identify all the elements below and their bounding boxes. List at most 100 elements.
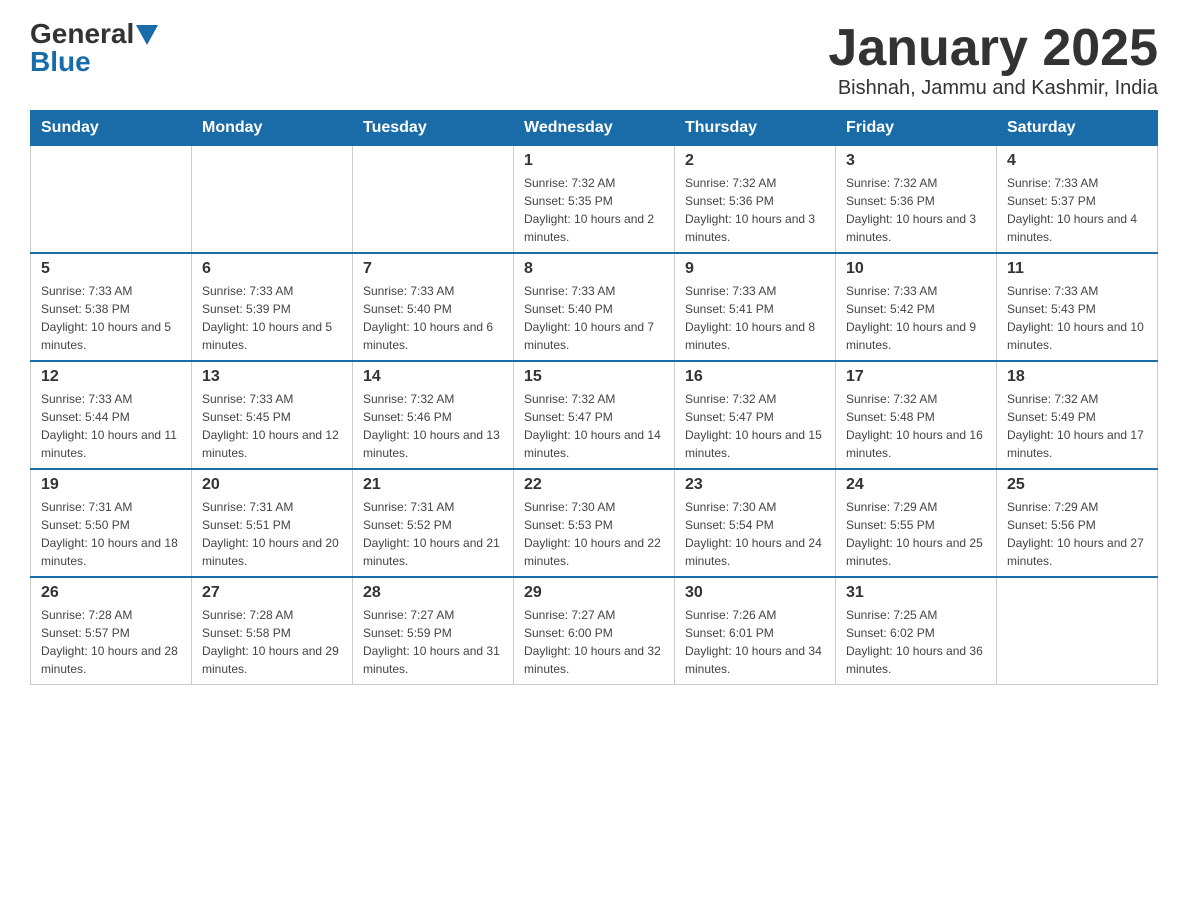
table-row: 24Sunrise: 7:29 AM Sunset: 5:55 PM Dayli… [836, 469, 997, 577]
table-row: 21 Sunrise: 7:31 AM Sunset: 5:52 PM Dayli… [353, 469, 514, 577]
day-number: 9 [685, 260, 825, 278]
table-row: 6 Sunrise: 7:33 AM Sunset: 5:39 PM Daylig… [192, 253, 353, 361]
calendar-week-row: 12 Sunrise: 7:33 AM Sunset: 5:44 PM Dayli… [31, 361, 1158, 469]
logo-blue: Blue [30, 46, 91, 78]
day-number: 4 [1007, 152, 1147, 170]
table-row: 7 Sunrise: 7:33 AM Sunset: 5:40 PM Daylig… [353, 253, 514, 361]
table-row: 10Sunrise: 7:33 AM Sunset: 5:42 PM Dayli… [836, 253, 997, 361]
day-number: 31 [846, 584, 986, 602]
day-number: 29 [524, 584, 664, 602]
day-number: 13 [202, 368, 342, 386]
day-number: 30 [685, 584, 825, 602]
page-header: General Blue January 2025 Bishnah, Jammu… [30, 20, 1158, 100]
day-number: 14 [363, 368, 503, 386]
day-info: Sunrise: 7:33 AM Sunset: 5:45 PM Dayligh… [202, 390, 342, 462]
table-row: 2Sunrise: 7:32 AM Sunset: 5:36 PM Daylig… [675, 146, 836, 254]
day-number: 18 [1007, 368, 1147, 386]
day-number: 26 [41, 584, 181, 602]
day-number: 22 [524, 476, 664, 494]
logo-general: General [30, 20, 134, 48]
table-row: 15 Sunrise: 7:32 AM Sunset: 5:47 PM Dayli… [514, 361, 675, 469]
table-row: 23 Sunrise: 7:30 AM Sunset: 5:54 PM Dayli… [675, 469, 836, 577]
table-row: 5 Sunrise: 7:33 AM Sunset: 5:38 PM Daylig… [31, 253, 192, 361]
table-row: 11 Sunrise: 7:33 AM Sunset: 5:43 PM Dayli… [997, 253, 1158, 361]
day-info: Sunrise: 7:32 AM Sunset: 5:35 PM Dayligh… [524, 174, 664, 246]
table-row: 27Sunrise: 7:28 AM Sunset: 5:58 PM Dayli… [192, 577, 353, 685]
logo: General Blue [30, 20, 158, 78]
table-row: 26 Sunrise: 7:28 AM Sunset: 5:57 PM Dayli… [31, 577, 192, 685]
day-info: Sunrise: 7:31 AM Sunset: 5:52 PM Dayligh… [363, 498, 503, 570]
day-number: 6 [202, 260, 342, 278]
table-row: 8Sunrise: 7:33 AM Sunset: 5:40 PM Daylig… [514, 253, 675, 361]
day-info: Sunrise: 7:30 AM Sunset: 5:53 PM Dayligh… [524, 498, 664, 570]
header-sunday: Sunday [31, 111, 192, 146]
day-info: Sunrise: 7:29 AM Sunset: 5:55 PM Dayligh… [846, 498, 986, 570]
calendar-week-row: 5 Sunrise: 7:33 AM Sunset: 5:38 PM Daylig… [31, 253, 1158, 361]
day-info: Sunrise: 7:33 AM Sunset: 5:37 PM Dayligh… [1007, 174, 1147, 246]
day-info: Sunrise: 7:27 AM Sunset: 6:00 PM Dayligh… [524, 606, 664, 678]
day-number: 25 [1007, 476, 1147, 494]
title-section: January 2025 Bishnah, Jammu and Kashmir,… [828, 20, 1158, 100]
day-number: 11 [1007, 260, 1147, 278]
day-number: 16 [685, 368, 825, 386]
day-number: 1 [524, 152, 664, 170]
subtitle: Bishnah, Jammu and Kashmir, India [828, 77, 1158, 100]
day-number: 19 [41, 476, 181, 494]
table-row: 28 Sunrise: 7:27 AM Sunset: 5:59 PM Dayli… [353, 577, 514, 685]
table-row: 18Sunrise: 7:32 AM Sunset: 5:49 PM Dayli… [997, 361, 1158, 469]
day-info: Sunrise: 7:33 AM Sunset: 5:39 PM Dayligh… [202, 282, 342, 354]
calendar-week-row: 1 Sunrise: 7:32 AM Sunset: 5:35 PM Daylig… [31, 146, 1158, 254]
table-row: 4 Sunrise: 7:33 AM Sunset: 5:37 PM Daylig… [997, 146, 1158, 254]
table-row: 1 Sunrise: 7:32 AM Sunset: 5:35 PM Daylig… [514, 146, 675, 254]
header-saturday: Saturday [997, 111, 1158, 146]
day-info: Sunrise: 7:32 AM Sunset: 5:36 PM Dayligh… [685, 174, 825, 246]
table-row: 25 Sunrise: 7:29 AM Sunset: 5:56 PM Dayli… [997, 469, 1158, 577]
table-row: 19 Sunrise: 7:31 AM Sunset: 5:50 PM Dayli… [31, 469, 192, 577]
day-info: Sunrise: 7:31 AM Sunset: 5:50 PM Dayligh… [41, 498, 181, 570]
day-info: Sunrise: 7:33 AM Sunset: 5:43 PM Dayligh… [1007, 282, 1147, 354]
day-info: Sunrise: 7:29 AM Sunset: 5:56 PM Dayligh… [1007, 498, 1147, 570]
day-number: 15 [524, 368, 664, 386]
header-monday: Monday [192, 111, 353, 146]
day-info: Sunrise: 7:33 AM Sunset: 5:40 PM Dayligh… [524, 282, 664, 354]
table-row: 3 Sunrise: 7:32 AM Sunset: 5:36 PM Daylig… [836, 146, 997, 254]
day-number: 12 [41, 368, 181, 386]
table-row: 30 Sunrise: 7:26 AM Sunset: 6:01 PM Dayli… [675, 577, 836, 685]
day-info: Sunrise: 7:25 AM Sunset: 6:02 PM Dayligh… [846, 606, 986, 678]
day-info: Sunrise: 7:30 AM Sunset: 5:54 PM Dayligh… [685, 498, 825, 570]
table-row: 13 Sunrise: 7:33 AM Sunset: 5:45 PM Dayli… [192, 361, 353, 469]
day-number: 5 [41, 260, 181, 278]
day-info: Sunrise: 7:32 AM Sunset: 5:36 PM Dayligh… [846, 174, 986, 246]
day-number: 21 [363, 476, 503, 494]
table-row: 22 Sunrise: 7:30 AM Sunset: 5:53 PM Dayli… [514, 469, 675, 577]
table-row [353, 146, 514, 254]
table-row [192, 146, 353, 254]
table-row: 31 Sunrise: 7:25 AM Sunset: 6:02 PM Dayli… [836, 577, 997, 685]
table-row: 14 Sunrise: 7:32 AM Sunset: 5:46 PM Dayli… [353, 361, 514, 469]
day-info: Sunrise: 7:31 AM Sunset: 5:51 PM Dayligh… [202, 498, 342, 570]
header-friday: Friday [836, 111, 997, 146]
day-info: Sunrise: 7:33 AM Sunset: 5:40 PM Dayligh… [363, 282, 503, 354]
day-info: Sunrise: 7:32 AM Sunset: 5:46 PM Dayligh… [363, 390, 503, 462]
calendar-week-row: 26 Sunrise: 7:28 AM Sunset: 5:57 PM Dayli… [31, 577, 1158, 685]
day-number: 17 [846, 368, 986, 386]
day-info: Sunrise: 7:33 AM Sunset: 5:44 PM Dayligh… [41, 390, 181, 462]
day-info: Sunrise: 7:32 AM Sunset: 5:47 PM Dayligh… [524, 390, 664, 462]
table-row: 20Sunrise: 7:31 AM Sunset: 5:51 PM Dayli… [192, 469, 353, 577]
header-wednesday: Wednesday [514, 111, 675, 146]
day-info: Sunrise: 7:26 AM Sunset: 6:01 PM Dayligh… [685, 606, 825, 678]
day-number: 28 [363, 584, 503, 602]
table-row: 9Sunrise: 7:33 AM Sunset: 5:41 PM Daylig… [675, 253, 836, 361]
day-number: 7 [363, 260, 503, 278]
header-thursday: Thursday [675, 111, 836, 146]
calendar-week-row: 19 Sunrise: 7:31 AM Sunset: 5:50 PM Dayli… [31, 469, 1158, 577]
day-info: Sunrise: 7:32 AM Sunset: 5:47 PM Dayligh… [685, 390, 825, 462]
day-info: Sunrise: 7:28 AM Sunset: 5:57 PM Dayligh… [41, 606, 181, 678]
calendar-header-row: Sunday Monday Tuesday Wednesday Thursday… [31, 111, 1158, 146]
day-number: 3 [846, 152, 986, 170]
day-number: 23 [685, 476, 825, 494]
table-row: 12 Sunrise: 7:33 AM Sunset: 5:44 PM Dayli… [31, 361, 192, 469]
calendar-table: Sunday Monday Tuesday Wednesday Thursday… [30, 110, 1158, 685]
day-info: Sunrise: 7:27 AM Sunset: 5:59 PM Dayligh… [363, 606, 503, 678]
day-info: Sunrise: 7:33 AM Sunset: 5:38 PM Dayligh… [41, 282, 181, 354]
